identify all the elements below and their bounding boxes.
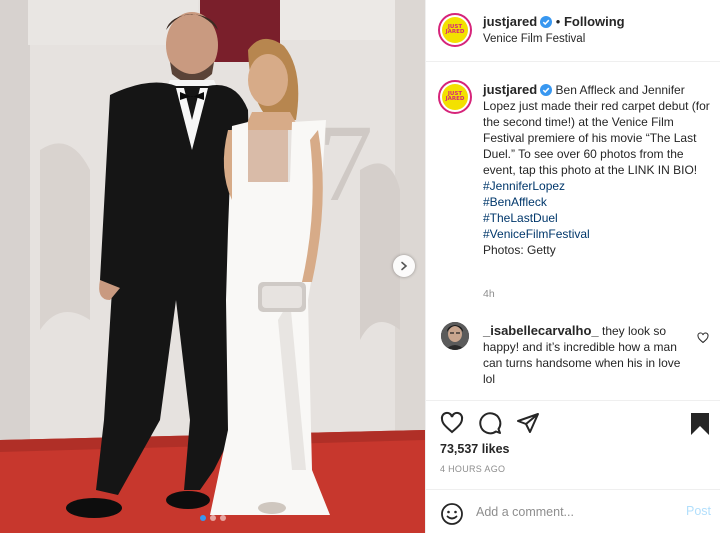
commenter-avatar[interactable] <box>441 322 469 350</box>
carousel-next-button[interactable] <box>393 255 415 277</box>
hashtag-link[interactable]: #VeniceFilmFestival <box>483 226 715 242</box>
hashtag-link[interactable]: #BenAffleck <box>483 194 715 210</box>
caption-text-block: justjared Ben Affleck and Jennifer Lopez… <box>483 82 715 258</box>
photo-illustration: 7 <box>0 0 425 533</box>
carousel-dot-active <box>199 515 206 521</box>
post-location[interactable]: Venice Film Festival <box>483 33 585 45</box>
comment-composer: Post <box>426 489 720 533</box>
verified-badge-icon <box>540 84 553 96</box>
share-icon[interactable] <box>516 411 540 435</box>
author-username[interactable]: justjared <box>483 14 537 29</box>
caption-username[interactable]: justjared <box>483 82 537 97</box>
following-button[interactable]: Following <box>564 14 625 29</box>
post-sidebar: JUST JARED justjared • Following Venice … <box>425 0 720 533</box>
post-photo[interactable]: 7 <box>0 0 425 533</box>
bookmark-icon[interactable] <box>689 412 711 436</box>
commenter-photo <box>441 322 469 350</box>
post-actions: 73,537 likes 4 HOURS AGO Post <box>426 400 720 533</box>
instagram-post: 7 JUST JARED justjared • Following Venic… <box>0 0 720 533</box>
author-avatar[interactable]: JUST JARED <box>438 13 472 47</box>
header-separator: • <box>552 14 564 29</box>
carousel-dot <box>219 515 226 521</box>
post-header: JUST JARED justjared • Following Venice … <box>426 0 720 62</box>
hashtag-link[interactable]: #TheLastDuel <box>483 210 715 226</box>
commenter-username[interactable]: _isabellecarvalho_ <box>483 323 599 338</box>
carousel-indicator <box>0 515 425 521</box>
emoji-icon[interactable] <box>440 502 464 526</box>
photo-credit: Photos: Getty <box>483 243 556 257</box>
carousel-dot <box>209 515 216 521</box>
caption-body: Ben Affleck and Jennifer Lopez just made… <box>483 83 710 177</box>
verified-badge-icon <box>540 16 553 28</box>
caption-author-avatar[interactable]: JUST JARED <box>438 80 472 114</box>
caption-timestamp[interactable]: 4h <box>483 288 495 300</box>
justjared-logo: JUST JARED <box>442 84 468 110</box>
justjared-logo: JUST JARED <box>442 17 468 43</box>
hashtag-link[interactable]: #JenniferLopez <box>483 178 715 194</box>
comment-input[interactable] <box>476 502 666 522</box>
post-timestamp[interactable]: 4 HOURS AGO <box>440 464 505 474</box>
caption-area: JUST JARED justjared Ben Affleck and Jen… <box>426 62 720 400</box>
comment-icon[interactable] <box>478 411 502 435</box>
chevron-right-icon <box>401 261 408 271</box>
post-comment-button[interactable]: Post <box>686 504 711 518</box>
like-count[interactable]: 73,537 likes <box>440 442 510 456</box>
action-buttons <box>440 411 540 435</box>
heart-icon[interactable] <box>440 411 464 435</box>
comment-like-icon[interactable] <box>697 332 709 344</box>
header-author-line: justjared • Following <box>483 14 625 29</box>
comment-text-block: _isabellecarvalho_ they look so happy! a… <box>483 323 683 387</box>
